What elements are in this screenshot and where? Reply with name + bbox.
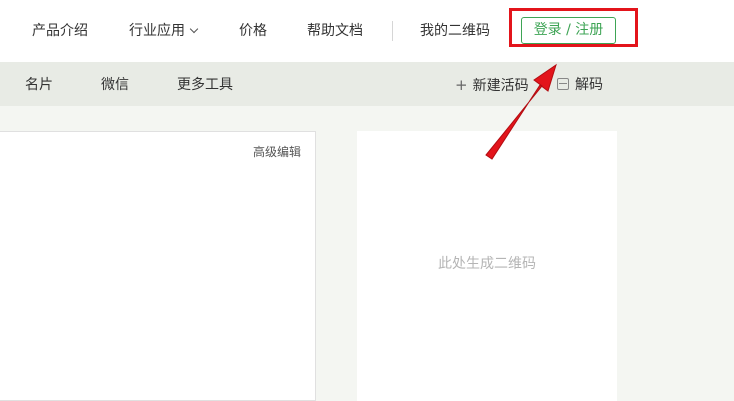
sub-navigation: 名片 微信 更多工具 + 新建活码 解码 <box>0 62 734 106</box>
decode-icon <box>557 78 569 90</box>
nav-product-intro[interactable]: 产品介绍 <box>32 21 88 41</box>
qr-placeholder-text: 此处生成二维码 <box>438 256 536 272</box>
login-register-button[interactable]: 登录 / 注册 <box>521 17 616 44</box>
tab-more-tools[interactable]: 更多工具 <box>177 75 233 95</box>
nav-pricing[interactable]: 价格 <box>239 21 267 41</box>
tab-wechat[interactable]: 微信 <box>101 75 129 95</box>
nav-divider <box>392 21 393 41</box>
plus-icon: + <box>455 76 468 94</box>
qr-preview-panel: 此处生成二维码 <box>357 131 617 401</box>
nav-help-docs[interactable]: 帮助文档 <box>307 21 363 41</box>
content-editor-panel[interactable]: 高级编辑 <box>0 131 316 401</box>
nav-industry-apps[interactable]: 行业应用 <box>129 21 199 41</box>
decode-label: 解码 <box>575 77 603 93</box>
nav-industry-apps-label: 行业应用 <box>129 23 185 39</box>
decode-button[interactable]: 解码 <box>557 75 603 95</box>
new-live-code-button[interactable]: + 新建活码 <box>455 75 529 96</box>
advanced-edit-link[interactable]: 高级编辑 <box>253 143 301 160</box>
new-live-code-label: 新建活码 <box>472 78 529 94</box>
tab-business-card[interactable]: 名片 <box>25 75 53 95</box>
top-navigation: 产品介绍 行业应用 价格 帮助文档 我的二维码 登录 / 注册 <box>0 0 734 62</box>
chevron-down-icon <box>189 24 199 34</box>
nav-my-qrcodes[interactable]: 我的二维码 <box>420 21 490 41</box>
